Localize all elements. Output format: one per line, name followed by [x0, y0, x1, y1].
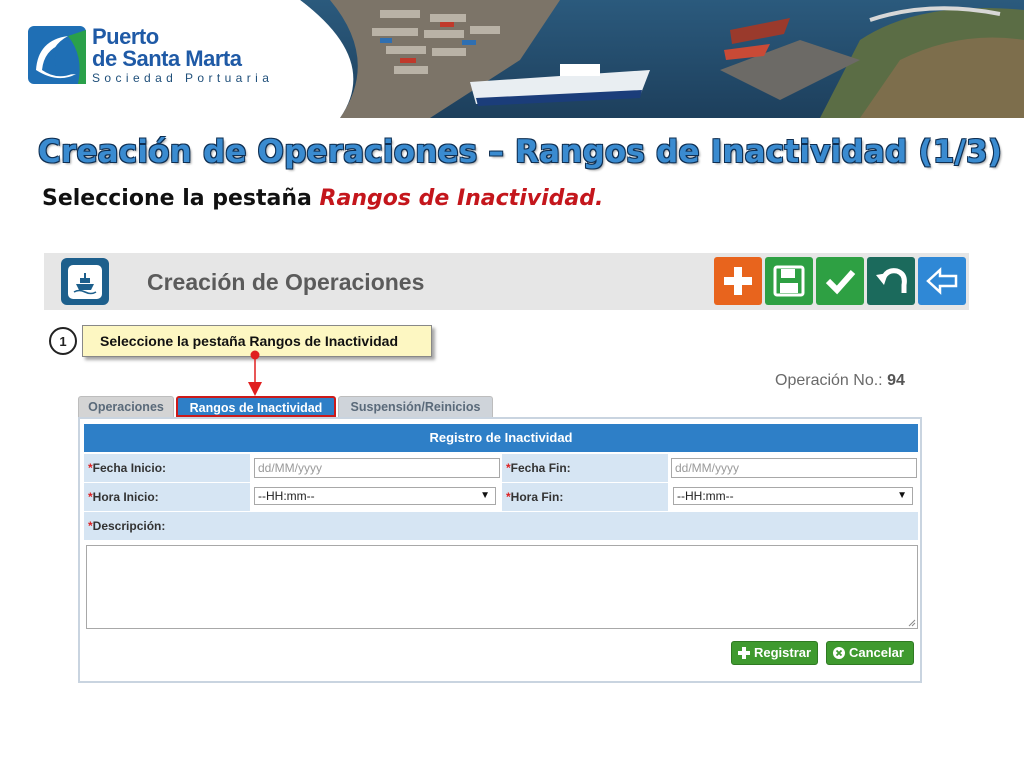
inactivity-form-panel: Registro de Inactividad *Fecha Inicio: d…: [78, 417, 922, 683]
form-header: Registro de Inactividad: [84, 424, 918, 452]
company-logo: Puerto de Santa Marta Sociedad Portuaria: [28, 26, 273, 84]
fecha-inicio-label: *Fecha Inicio:: [88, 461, 167, 475]
close-circle-icon: [833, 647, 845, 659]
fecha-fin-input[interactable]: dd/MM/yyyy: [671, 458, 917, 478]
form-row-horas: *Hora Inicio: --HH:mm-- ▼ *Hora Fin: --HH…: [84, 483, 918, 511]
back-arrow-icon: [926, 267, 958, 295]
tab-operaciones[interactable]: Operaciones: [78, 396, 174, 417]
resize-grip-icon[interactable]: [907, 618, 916, 627]
tab-suspension-reinicios[interactable]: Suspensión/Reinicios: [338, 396, 493, 417]
plus-icon: [738, 647, 750, 659]
chevron-down-icon: ▼: [897, 490, 907, 501]
operation-number: Operación No.: 94: [775, 372, 905, 390]
brand-line-2: de Santa Marta: [92, 46, 242, 71]
form-row-descripcion: *Descripción:: [84, 512, 918, 540]
hora-fin-label: *Hora Fin:: [506, 490, 564, 504]
checkmark-icon: [825, 270, 856, 295]
undo-button[interactable]: [867, 257, 915, 305]
undo-icon: [876, 268, 907, 293]
plus-icon: [724, 267, 752, 295]
confirm-button[interactable]: [816, 257, 864, 305]
hora-fin-select[interactable]: --HH:mm-- ▼: [673, 487, 913, 505]
slide-subtitle: Seleccione la pestaña Rangos de Inactivi…: [42, 186, 603, 211]
wave-logo-icon: [28, 26, 86, 84]
fecha-fin-label: *Fecha Fin:: [506, 461, 571, 475]
cancel-button[interactable]: Cancelar: [826, 641, 914, 665]
chevron-down-icon: ▼: [480, 490, 490, 501]
ship-icon: [73, 272, 97, 294]
brand-line-3: Sociedad Portuaria: [92, 71, 274, 85]
app-header-bar: Creación de Operaciones: [44, 253, 969, 310]
app-icon: [61, 258, 109, 305]
save-button[interactable]: [765, 257, 813, 305]
slide-title: Creación de Operaciones – Rangos de Inac…: [38, 134, 1003, 170]
operation-label: Operación No.:: [775, 372, 883, 389]
operation-value: 94: [887, 372, 905, 389]
tab-rangos-de-inactividad[interactable]: Rangos de Inactividad: [176, 396, 336, 417]
header-banner: Puerto de Santa Marta Sociedad Portuaria: [0, 0, 1024, 118]
app-title: Creación de Operaciones: [147, 269, 425, 295]
pointer-arrow-icon: [248, 350, 262, 396]
step-number: 1: [49, 327, 77, 355]
subtitle-prefix: Seleccione la pestaña: [42, 186, 320, 211]
fecha-inicio-input[interactable]: dd/MM/yyyy: [254, 458, 500, 478]
floppy-disk-icon: [773, 265, 805, 297]
descripcion-label: *Descripción:: [88, 519, 166, 533]
register-button[interactable]: Registrar: [731, 641, 818, 665]
descripcion-textarea[interactable]: [86, 545, 918, 629]
add-button[interactable]: [714, 257, 762, 305]
subtitle-emphasis: Rangos de Inactividad.: [319, 186, 604, 211]
hora-inicio-label: *Hora Inicio:: [88, 490, 159, 504]
hora-inicio-select[interactable]: --HH:mm-- ▼: [254, 487, 496, 505]
brand-line-1: Puerto: [92, 24, 159, 49]
form-row-fechas: *Fecha Inicio: dd/MM/yyyy *Fecha Fin: dd…: [84, 454, 918, 482]
back-button[interactable]: [918, 257, 966, 305]
